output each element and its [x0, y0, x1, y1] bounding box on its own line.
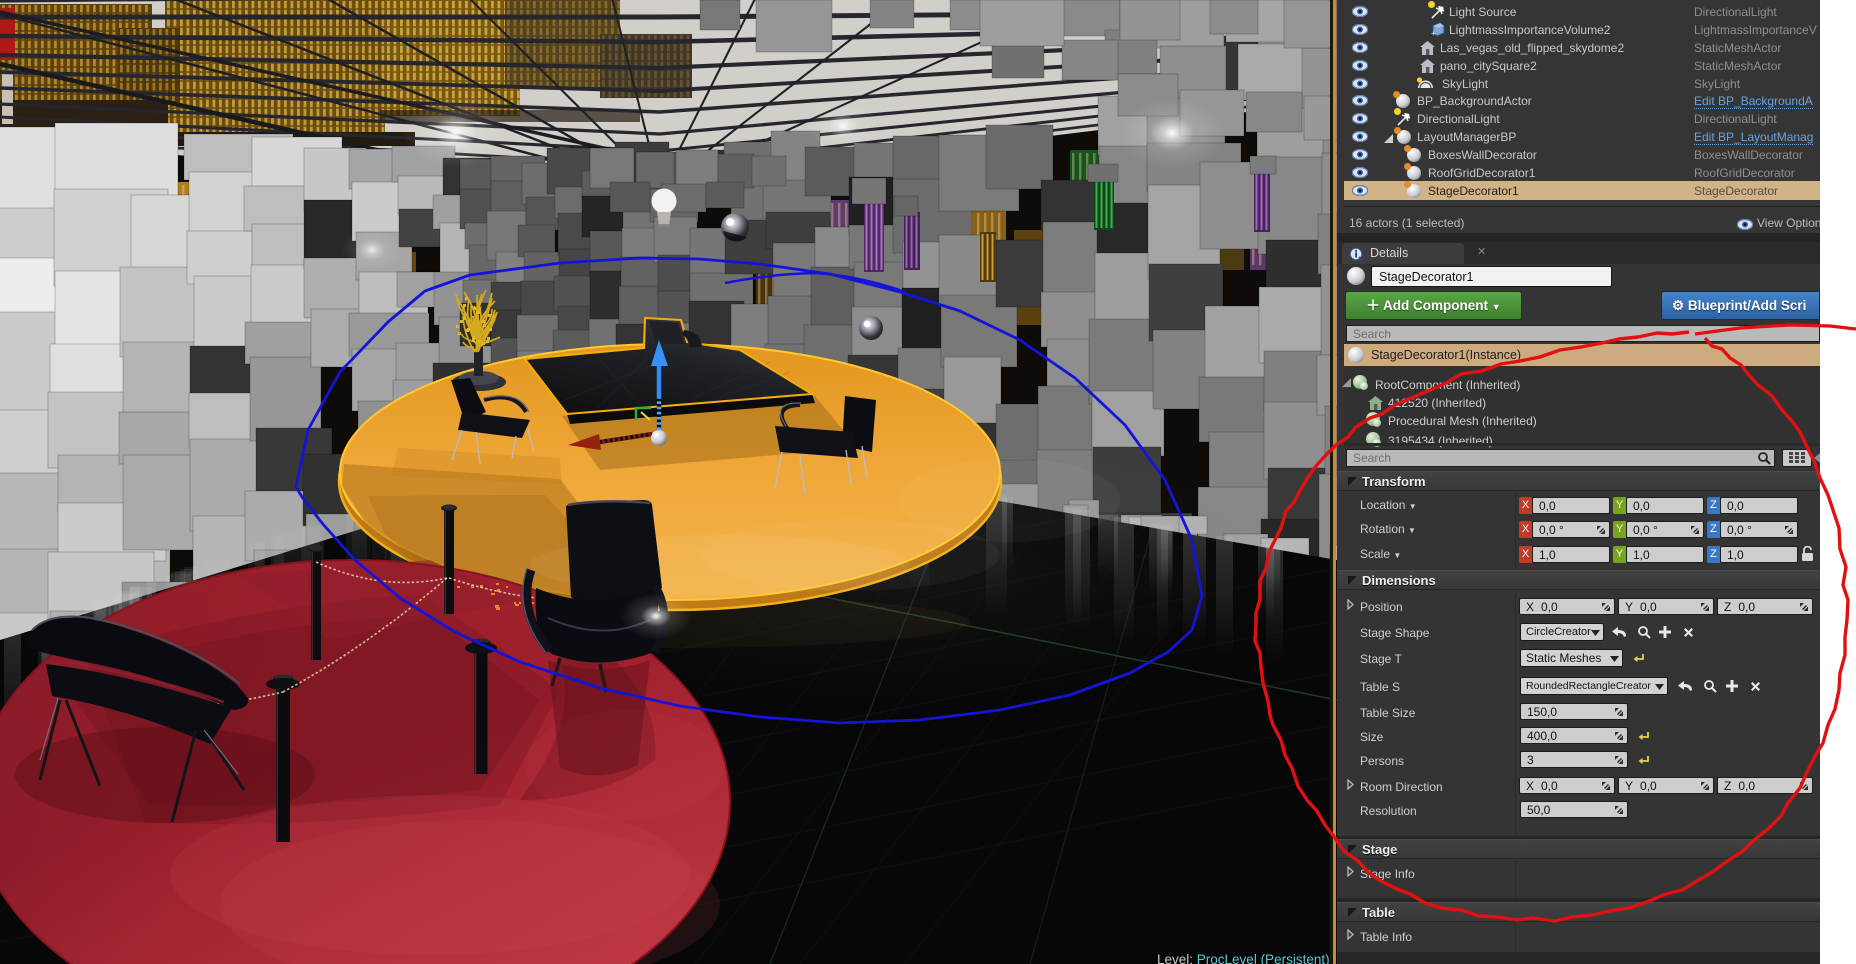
svg-text:Level: ProcLevel (Persistent): Level: ProcLevel (Persistent): [1157, 952, 1330, 964]
svg-text:+: +: [1431, 29, 1436, 38]
